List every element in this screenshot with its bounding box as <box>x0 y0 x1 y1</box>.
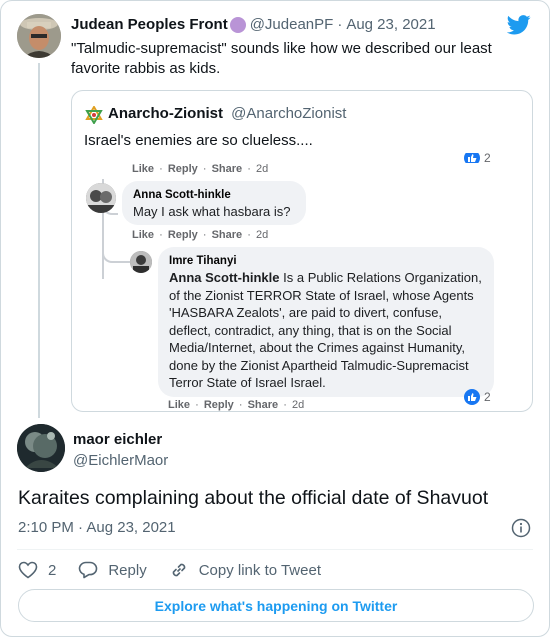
fb-comment-bubble: Anna Scott-hinkle May I ask what hasbara… <box>122 181 306 225</box>
main-author-handle[interactable]: @EichlerMaor <box>73 452 168 469</box>
star-of-david-icon <box>85 106 103 124</box>
fb-thread-elbow <box>102 251 130 263</box>
reply-label: Reply <box>108 561 147 579</box>
parent-date[interactable]: Aug 23, 2021 <box>346 16 435 33</box>
fb-reply-link[interactable]: Reply <box>168 163 198 175</box>
tweet-embed-card: Judean Peoples Front @JudeanPF · Aug 23,… <box>0 0 550 637</box>
fb-comment-text: May I ask what hasbara is? <box>133 204 291 219</box>
fb-like-link[interactable]: Like <box>168 399 190 411</box>
quoted-text: Israel's enemies are so clueless.... <box>84 132 313 149</box>
copy-link-action[interactable]: Copy link to Tweet <box>169 560 321 580</box>
divider <box>17 549 533 550</box>
fb-like-link[interactable]: Like <box>132 229 154 241</box>
parent-avatar[interactable] <box>17 14 61 58</box>
fb-reply-link[interactable]: Reply <box>204 399 234 411</box>
like-thumb-icon <box>464 153 480 163</box>
fb-reaction-count: 2 <box>464 389 491 405</box>
parent-author-handle[interactable]: @JudeanPF <box>250 16 334 33</box>
fb-comment-bubble: Imre Tihanyi Anna Scott-hinkle Is a Publ… <box>158 247 494 397</box>
quoted-tweet[interactable]: Anarcho-Zionist @AnarchoZionist Israel's… <box>71 90 533 412</box>
info-icon[interactable] <box>511 518 531 538</box>
main-avatar[interactable] <box>17 424 65 472</box>
fb-age: 2d <box>255 163 269 175</box>
main-author-name[interactable]: maor eichler <box>73 431 162 448</box>
like-action[interactable]: 2 <box>18 561 56 579</box>
fb-actions-row: Like · Reply · Share · 2d <box>132 229 269 241</box>
quoted-author-name[interactable]: Anarcho-Zionist <box>108 105 223 122</box>
explore-button[interactable]: Explore what's happening on Twitter <box>18 589 534 622</box>
reply-bubble-icon <box>79 561 98 579</box>
fb-comment-author[interactable]: Imre Tihanyi <box>169 254 483 269</box>
quoted-header: Anarcho-Zionist @AnarchoZionist <box>108 105 346 122</box>
fb-age: 2d <box>291 399 305 411</box>
parent-separator: · <box>337 16 343 33</box>
fb-reply-link[interactable]: Reply <box>168 229 198 241</box>
fb-share-link[interactable]: Share <box>212 163 243 175</box>
fb-share-link[interactable]: Share <box>248 399 279 411</box>
fb-like-link[interactable]: Like <box>132 163 154 175</box>
twitter-bird-icon[interactable] <box>507 15 531 35</box>
like-thumb-icon <box>464 389 480 405</box>
fb-comment-author[interactable]: Anna Scott-hinkle <box>133 188 295 203</box>
thread-connector-line <box>38 63 40 418</box>
fb-mention[interactable]: Anna Scott-hinkle <box>169 270 280 285</box>
like-count: 2 <box>48 561 57 579</box>
main-timestamp[interactable]: 2:10 PM · Aug 23, 2021 <box>18 519 176 536</box>
fb-commenter-avatar[interactable] <box>130 251 152 273</box>
fb-commenter-avatar[interactable] <box>86 183 116 213</box>
heart-icon <box>18 561 38 579</box>
reply-action[interactable]: Reply <box>78 561 147 579</box>
link-icon <box>172 563 186 577</box>
fb-actions-row: Like · Reply · Share · 2d <box>132 163 269 175</box>
parent-author-name[interactable]: Judean Peoples Front <box>71 16 228 33</box>
parent-header: Judean Peoples Front @JudeanPF · Aug 23,… <box>71 16 436 33</box>
parent-tweet-text: "Talmudic-supremacist" sounds like how w… <box>71 40 492 77</box>
fb-reaction-count: 2 <box>464 153 491 163</box>
tweet-actions: 2 Reply Copy link to Tweet <box>18 559 343 581</box>
main-tweet-text: Karaites complaining about the official … <box>18 487 489 509</box>
fb-age: 2d <box>255 229 269 241</box>
copy-link-label: Copy link to Tweet <box>198 561 321 579</box>
quoted-author-handle[interactable]: @AnarchoZionist <box>231 105 346 122</box>
purple-badge-icon <box>229 16 246 33</box>
fb-comment-text: Anna Scott-hinkle Is a Public Relations … <box>169 270 482 390</box>
fb-actions-row: Like · Reply · Share · 2d <box>168 399 305 411</box>
fb-share-link[interactable]: Share <box>212 229 243 241</box>
